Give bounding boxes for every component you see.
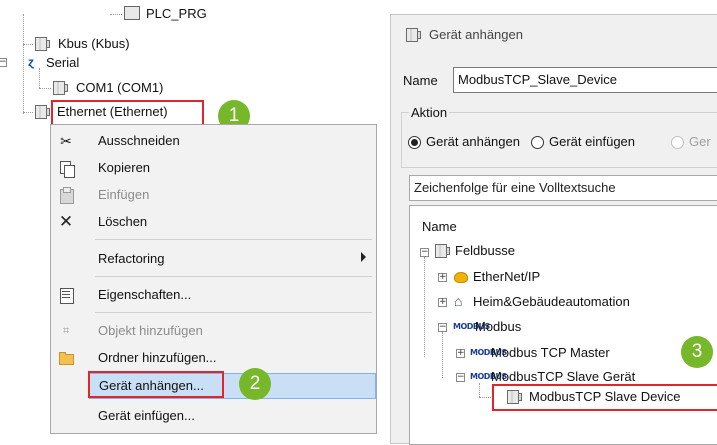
tree-item-modbus[interactable]: Modbus — [475, 319, 521, 334]
folder-icon — [57, 349, 75, 367]
tree-connector — [23, 44, 33, 45]
search-placeholder: Zeichenfolge für eine Volltextsuche — [414, 180, 616, 195]
paste-icon — [57, 186, 75, 204]
tree-item-com1[interactable]: COM1 (COM1) — [76, 80, 163, 95]
menu-item-add-object[interactable]: ⌗ Objekt hinzufügen — [51, 319, 376, 343]
callout-3: 3 — [681, 336, 713, 368]
device-icon — [35, 105, 50, 119]
ethernetip-icon — [454, 272, 468, 283]
tree-connector — [110, 14, 122, 15]
expand-icon[interactable]: + — [438, 298, 447, 307]
callout-2: 2 — [239, 368, 271, 400]
copy-icon — [57, 159, 75, 178]
menu-separator — [95, 276, 372, 277]
menu-item-add-folder[interactable]: Ordner hinzufügen... — [51, 346, 376, 370]
menu-item-paste[interactable]: Einfügen — [51, 183, 376, 207]
tree-item-serial[interactable]: Serial — [46, 55, 79, 70]
program-icon — [124, 6, 140, 20]
collapse-icon[interactable]: − — [420, 248, 429, 257]
menu-item-insert-device[interactable]: Gerät einfügen... — [51, 404, 376, 428]
highlight-box-ethernet — [51, 100, 204, 127]
menu-separator — [95, 239, 372, 240]
tree-item-kbus[interactable]: Kbus (Kbus) — [58, 36, 130, 51]
tree-connector — [479, 397, 493, 398]
tree-item-modbus-tcp-slave-group[interactable]: ModbusTCP Slave Gerät — [491, 369, 635, 384]
add-object-icon: ⌗ — [62, 325, 70, 337]
home-icon: ⌂ — [454, 293, 463, 309]
expand-icon[interactable]: + — [438, 273, 447, 282]
tree-connector — [442, 332, 443, 378]
tree-connector — [23, 112, 33, 113]
device-icon — [406, 28, 421, 42]
action-group-label: Aktion — [409, 105, 450, 120]
expand-icon[interactable]: + — [456, 349, 465, 358]
device-icon — [53, 81, 68, 95]
menu-item-cut[interactable]: ✂ Ausschneiden — [51, 129, 376, 153]
tree-item-modbus-tcp-master[interactable]: Modbus TCP Master — [491, 345, 610, 360]
radio-append-label: Gerät anhängen — [426, 134, 520, 149]
serial-icon: ɀ — [28, 55, 34, 69]
properties-icon — [57, 286, 75, 304]
name-label: Name — [403, 73, 438, 88]
device-icon — [35, 37, 50, 51]
collapse-icon[interactable]: − — [0, 58, 7, 67]
tree-item-ethernetip[interactable]: EtherNet/IP — [473, 269, 540, 284]
radio-insert-device[interactable] — [531, 136, 544, 149]
fulltext-search-input[interactable]: Zeichenfolge für eine Volltextsuche — [409, 175, 717, 201]
radio-insert-label: Gerät einfügen — [549, 134, 636, 149]
highlight-box-slave-device — [492, 384, 717, 411]
radio-append-device[interactable] — [408, 136, 421, 149]
append-device-dialog: Gerät anhängen Name ModbusTCP_Slave_Devi… — [390, 14, 717, 445]
tree-connector — [39, 68, 40, 88]
device-name-value: ModbusTCP_Slave_Device — [458, 72, 617, 87]
menu-item-refactoring[interactable]: Refactoring — [51, 247, 376, 271]
collapse-icon[interactable]: − — [456, 373, 465, 382]
tree-connector — [424, 257, 425, 357]
tree-connector — [23, 14, 24, 114]
device-icon — [435, 244, 450, 258]
tree-column-header: Name — [422, 219, 457, 234]
tree-connector — [479, 383, 480, 397]
highlight-box-append-device — [88, 371, 224, 398]
tree-connector — [39, 88, 51, 89]
menu-item-delete[interactable]: ✕ Löschen — [51, 210, 376, 234]
tree-item-home-automation[interactable]: Heim&Gebäudeautomation — [473, 294, 630, 309]
menu-item-properties[interactable]: Eigenschaften... — [51, 283, 376, 307]
radio-third-option[interactable] — [671, 136, 684, 149]
scissors-icon: ✂ — [60, 133, 72, 149]
dialog-title: Gerät anhängen — [429, 27, 523, 42]
menu-item-copy[interactable]: Kopieren — [51, 156, 376, 180]
tree-item-feldbusse[interactable]: Feldbusse — [455, 243, 515, 258]
device-name-input[interactable]: ModbusTCP_Slave_Device — [453, 67, 717, 93]
delete-icon: ✕ — [58, 212, 74, 231]
collapse-icon[interactable]: − — [438, 323, 447, 332]
menu-separator — [95, 312, 372, 313]
tree-item-plc-prg[interactable]: PLC_PRG — [146, 6, 207, 21]
submenu-arrow-icon — [361, 252, 366, 262]
radio-third-label: Ger — [689, 134, 711, 149]
